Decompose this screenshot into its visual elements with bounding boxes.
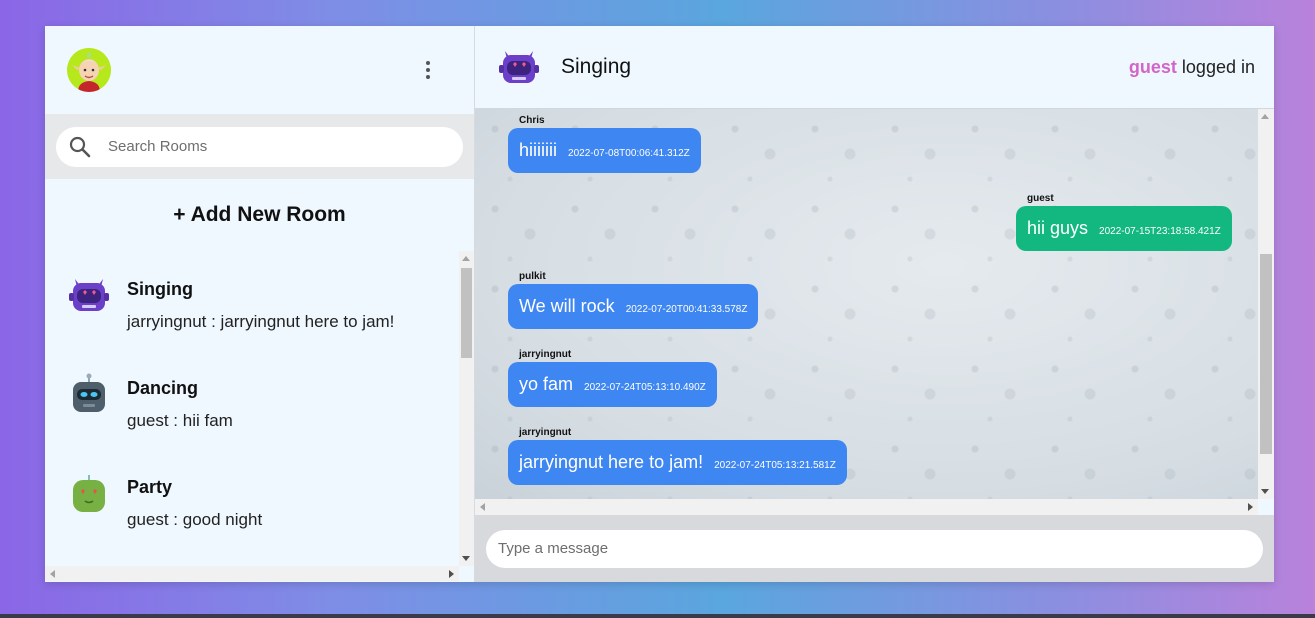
message-bubble: hiiiiiii 2022-07-08T00:06:41.312Z [508,128,701,173]
message-timestamp: 2022-07-08T00:06:41.312Z [568,148,690,159]
room-item-dancing[interactable]: Dancing guest : hii fam [45,350,459,449]
message-timestamp: 2022-07-24T05:13:10.490Z [584,382,706,393]
message-timestamp: 2022-07-24T05:13:21.581Z [714,460,836,471]
message: Chris hiiiiiii 2022-07-08T00:06:41.312Z [508,115,701,173]
scrollbar-thumb[interactable] [461,268,472,358]
scroll-left-arrow-icon[interactable] [480,503,485,511]
room-info: Party guest : good night [127,471,262,530]
message-timestamp: 2022-07-20T00:41:33.578Z [625,304,748,315]
chat-room-title: Singing [561,55,632,78]
message-composer [475,515,1274,582]
scroll-right-arrow-icon[interactable] [449,570,454,578]
message-author: jarryingnut [519,349,572,360]
message-text: We will rock [519,296,615,316]
room-name: Dancing [127,378,199,398]
message: pulkit We will rock 2022-07-20T00:41:33.… [508,271,759,329]
message-author: pulkit [519,271,546,282]
message: jarryingnut jarryingnut here to jam! 202… [508,427,847,485]
scroll-left-arrow-icon[interactable] [50,570,55,578]
room-item-party[interactable]: Party guest : good night [45,449,459,548]
chat-header: Singing guest logged in [475,26,1274,109]
more-vertical-icon[interactable] [418,58,438,82]
message: jarryingnut yo fam 2022-07-24T05:13:10.4… [508,349,717,407]
search-box [56,126,463,167]
current-username: guest [1128,56,1177,77]
message-bubble: hii guys 2022-07-15T23:18:58.421Z [1016,206,1232,251]
room-info: Singing jarryingnut : jarryingnut here t… [127,273,394,332]
room-list-horizontal-scrollbar[interactable] [45,566,459,581]
search-input[interactable] [108,138,408,155]
search-bar [45,114,474,179]
room-list-vertical-scrollbar[interactable] [459,251,474,566]
room-name: Party [127,477,173,497]
message-area-vertical-scrollbar[interactable] [1258,109,1274,499]
grey-robot-icon [67,372,111,416]
search-icon [69,136,91,157]
purple-robot-icon [67,273,111,317]
message-text: yo fam [519,374,574,394]
message-text: hiiiiiii [519,140,558,160]
room-item-singing[interactable]: Singing jarryingnut : jarryingnut here t… [45,251,459,350]
room-last-message: guest : hii fam [127,411,233,430]
scrollbar-thumb[interactable] [1260,254,1272,454]
message-text: hii guys [1027,218,1089,238]
message-bubble: yo fam 2022-07-24T05:13:10.490Z [508,362,717,407]
room-list: Singing jarryingnut : jarryingnut here t… [45,251,459,566]
taskbar-edge [0,614,1315,618]
login-status: guest logged in [1129,57,1255,78]
elf-avatar-icon [67,48,111,92]
room-last-message: jarryingnut : jarryingnut here to jam! [127,312,395,331]
message-input[interactable] [486,529,1263,568]
message-area: Chris hiiiiiii 2022-07-08T00:06:41.312Z … [475,109,1258,499]
sidebar-header [45,26,474,114]
sidebar: + Add New Room [45,26,475,582]
login-status-text: logged in [1181,56,1255,77]
message-own: guest hii guys 2022-07-15T23:18:58.421Z [1016,193,1232,251]
scroll-down-arrow-icon[interactable] [1261,489,1269,494]
green-robot-icon [67,471,111,515]
message-timestamp: 2022-07-15T23:18:58.421Z [1099,226,1221,237]
message-bubble: We will rock 2022-07-20T00:41:33.578Z [508,284,759,329]
room-name: Singing [127,279,193,299]
message-bubble: jarryingnut here to jam! 2022-07-24T05:1… [508,440,847,485]
scroll-right-arrow-icon[interactable] [1248,503,1253,511]
add-room-button[interactable]: + Add New Room [45,179,474,251]
message-text: jarryingnut here to jam! [519,452,704,472]
message-author: Chris [519,115,545,126]
message-author: guest [1027,193,1054,204]
purple-robot-icon [497,45,541,89]
message-author: jarryingnut [519,427,572,438]
scroll-up-arrow-icon[interactable] [1261,114,1269,119]
chat-panel: Singing guest logged in Chris hiiiiiii 20… [475,26,1274,582]
chat-app-window: + Add New Room [45,26,1274,582]
room-last-message: guest : good night [127,510,263,529]
room-info: Dancing guest : hii fam [127,372,233,431]
scroll-up-arrow-icon[interactable] [462,256,470,261]
message-area-horizontal-scrollbar[interactable] [475,499,1258,515]
scroll-down-arrow-icon[interactable] [462,556,470,561]
user-avatar[interactable] [67,48,111,92]
